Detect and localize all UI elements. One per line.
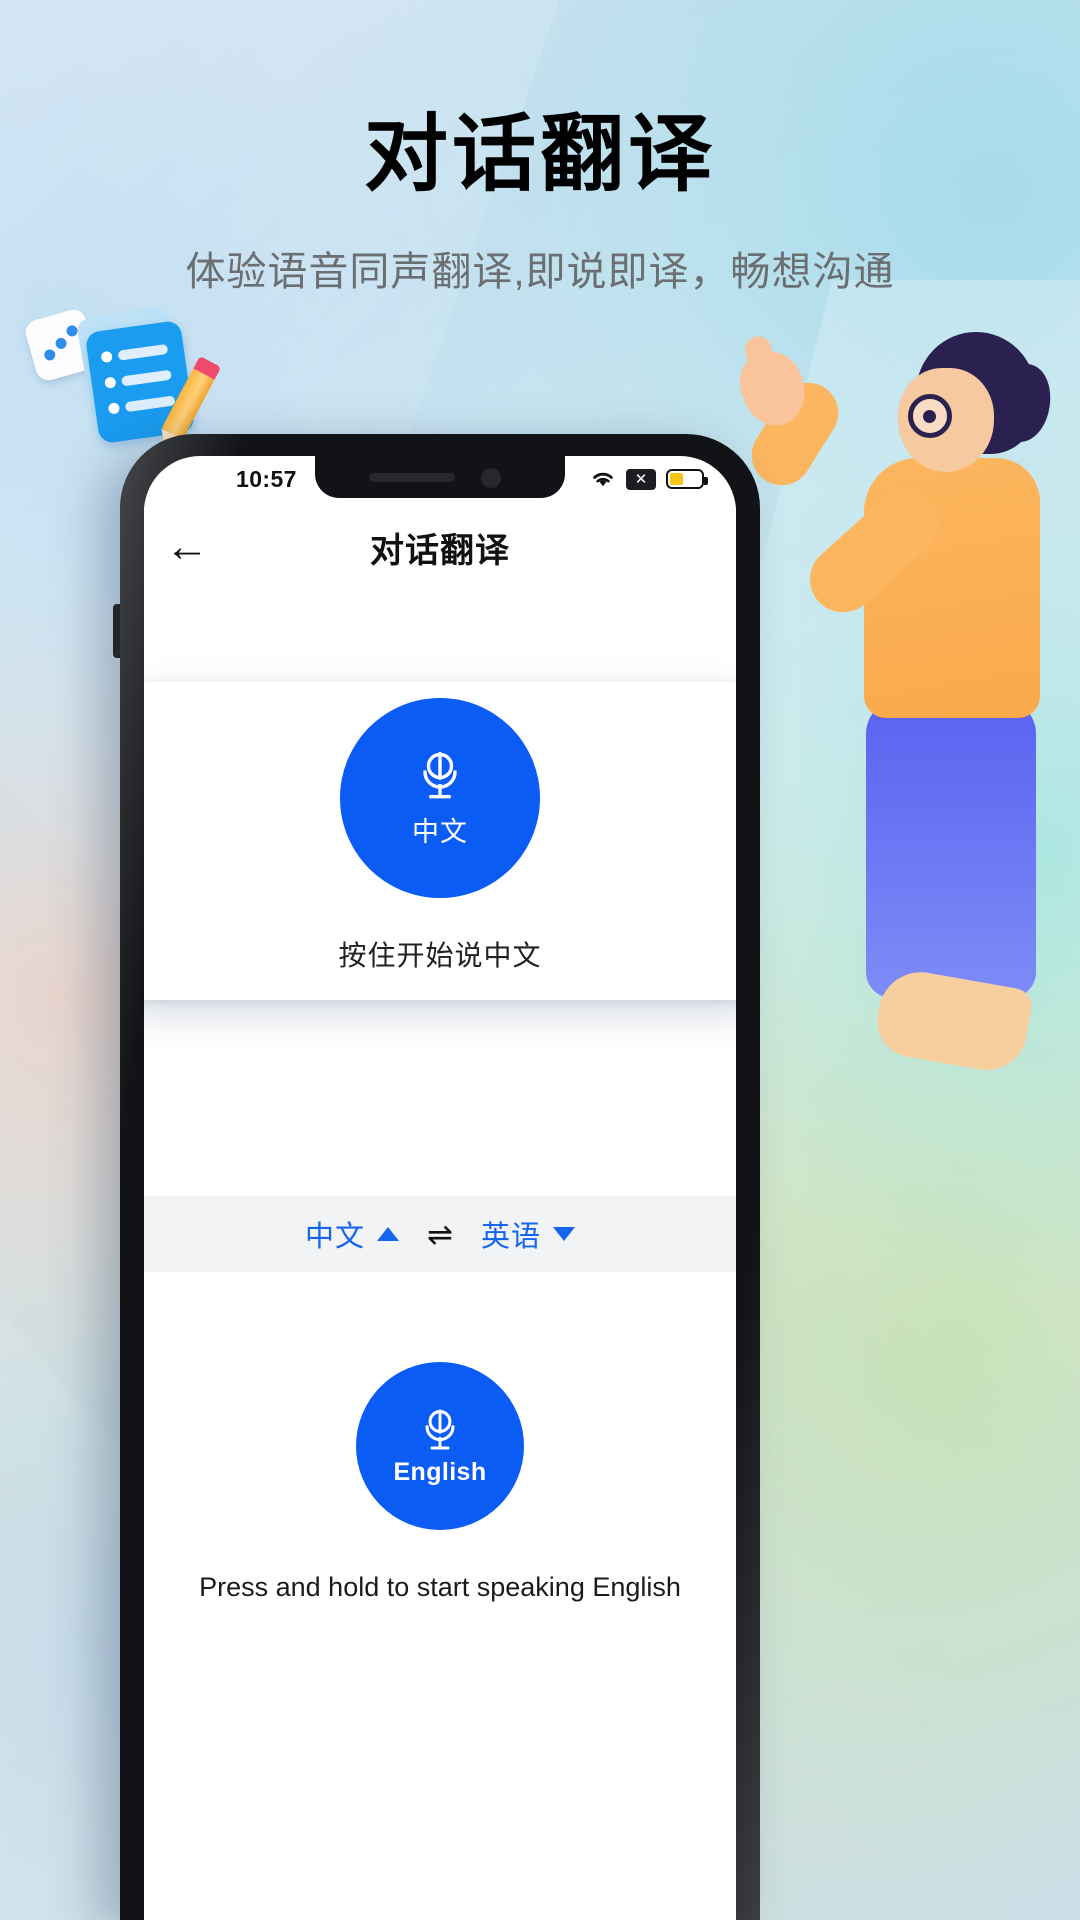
phone-mockup: 10:57 ✕ ← 对话翻译 中文 按住开始说中文 中文 ⇌ 英语 Englis… [113,434,760,1920]
phone-screen: 10:57 ✕ ← 对话翻译 中文 按住开始说中文 中文 ⇌ 英语 Englis… [144,456,736,1920]
page-subtitle: 体验语音同声翻译,即说即译，畅想沟通 [185,250,895,294]
popup-hint-text: 按住开始说中文 [338,940,542,971]
source-language-label: 中文 [304,1221,365,1253]
source-language-selector[interactable]: 中文 [305,1213,399,1255]
status-time: 10:57 [236,465,297,492]
app-title: 对话翻译 [370,531,510,570]
person-eye [923,410,936,423]
status-icons: ✕ [590,468,708,490]
mic-button-label: 中文 [412,816,468,847]
language-switch-bar: 中文 ⇌ 英语 [144,1196,736,1272]
earpiece-speaker [369,473,455,482]
person-legs [866,698,1036,998]
mic-button-label: English [393,1457,487,1486]
microphone-icon [420,1406,460,1456]
front-camera-icon [481,468,501,488]
mic-button-english[interactable]: English [356,1362,524,1530]
target-language-label: 英语 [480,1221,541,1253]
caret-down-icon [553,1227,575,1241]
mic-button-chinese[interactable]: 中文 [340,698,540,898]
no-sim-icon: ✕ [626,468,656,490]
bottom-hint-text: Press and hold to start speaking English [199,1572,681,1602]
page-title: 对话翻译 [363,105,716,203]
microphone-icon [417,748,463,806]
swap-arrows-icon[interactable]: ⇌ [427,1219,453,1250]
no-sim-glyph: ✕ [634,470,648,488]
app-content: 中文 按住开始说中文 中文 ⇌ 英语 English Press and hol… [144,592,736,1920]
speak-popup-card: 中文 按住开始说中文 [144,682,736,1000]
target-language-selector[interactable]: 英语 [481,1213,575,1255]
battery-icon [666,469,708,489]
caret-up-icon [377,1227,399,1241]
phone-notch [315,456,565,498]
bottom-speak-area: English Press and hold to start speaking… [144,1362,736,1603]
person-illustration [732,318,1080,1238]
wifi-icon [590,469,616,489]
app-nav-bar: ← 对话翻译 [144,502,736,592]
